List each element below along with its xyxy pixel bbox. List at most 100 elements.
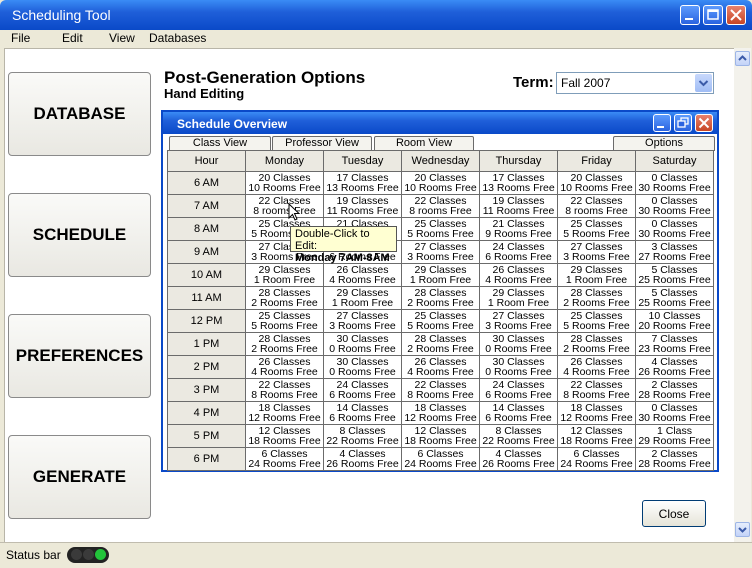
schedule-cell[interactable]: 6 Classes 24 Rooms Free (245, 447, 324, 471)
schedule-cell[interactable]: 2 Classes 28 Rooms Free (635, 378, 714, 402)
schedule-cell[interactable]: 28 Classes 2 Rooms Free (401, 286, 480, 310)
schedule-cell[interactable]: 5 Classes 25 Rooms Free (635, 263, 714, 287)
schedule-cell[interactable]: 0 Classes 30 Rooms Free (635, 217, 714, 241)
schedule-cell[interactable]: 12 Classes 18 Rooms Free (245, 424, 324, 448)
schedule-cell[interactable]: 30 Classes 0 Rooms Free (323, 332, 402, 356)
rooms-free: 1 Room Free (253, 274, 316, 286)
close-button[interactable]: Close (642, 500, 706, 527)
schedule-cell[interactable]: 8 Classes 22 Rooms Free (479, 424, 558, 448)
overview-minimize-button[interactable] (653, 114, 671, 132)
schedule-cell[interactable]: 12 Classes 18 Rooms Free (401, 424, 480, 448)
schedule-cell[interactable]: 20 Classes 10 Rooms Free (401, 171, 480, 195)
schedule-cell[interactable]: 25 Classes 5 Rooms Free (245, 309, 324, 333)
schedule-cell[interactable]: 29 Classes 1 Room Free (479, 286, 558, 310)
schedule-cell[interactable]: 18 Classes 12 Rooms Free (245, 401, 324, 425)
schedule-cell[interactable]: 26 Classes 4 Rooms Free (245, 355, 324, 379)
schedule-cell[interactable]: 3 Classes 27 Rooms Free (635, 240, 714, 264)
schedule-cell[interactable]: 30 Classes 0 Rooms Free (479, 332, 558, 356)
schedule-cell[interactable]: 2 Classes 28 Rooms Free (635, 447, 714, 471)
schedule-cell[interactable]: 18 Classes 12 Rooms Free (557, 401, 636, 425)
schedule-cell[interactable]: 4 Classes 26 Rooms Free (635, 355, 714, 379)
schedule-cell[interactable]: 20 Classes 10 Rooms Free (245, 171, 324, 195)
tab-professor-view[interactable]: Professor View (272, 136, 372, 151)
close-window-button[interactable] (726, 5, 746, 25)
schedule-cell[interactable]: 27 Classes 3 Rooms Free (479, 309, 558, 333)
schedule-cell[interactable]: 14 Classes 6 Rooms Free (479, 401, 558, 425)
schedule-cell[interactable]: 28 Classes 2 Rooms Free (557, 332, 636, 356)
database-button[interactable]: DATABASE (8, 72, 151, 156)
schedule-cell[interactable]: 30 Classes 0 Rooms Free (323, 355, 402, 379)
schedule-cell[interactable]: 29 Classes 1 Room Free (401, 263, 480, 287)
schedule-cell[interactable]: 12 Classes 18 Rooms Free (557, 424, 636, 448)
schedule-cell[interactable]: 22 Classes 8 Rooms Free (245, 378, 324, 402)
schedule-cell[interactable]: 6 Classes 24 Rooms Free (557, 447, 636, 471)
scroll-down-button[interactable] (735, 522, 750, 537)
schedule-cell[interactable]: 26 Classes 4 Rooms Free (323, 263, 402, 287)
scroll-up-button[interactable] (735, 51, 750, 66)
overview-restore-button[interactable] (674, 114, 692, 132)
schedule-cell[interactable]: 20 Classes 10 Rooms Free (557, 171, 636, 195)
options-button[interactable]: Options (613, 136, 715, 151)
schedule-cell[interactable]: 25 Classes 5 Rooms Free (557, 309, 636, 333)
maximize-button[interactable] (703, 5, 723, 25)
schedule-cell[interactable]: 14 Classes 6 Rooms Free (323, 401, 402, 425)
menu-file[interactable]: File (11, 31, 30, 45)
schedule-cell[interactable]: 22 Classes 8 rooms Free (557, 194, 636, 218)
schedule-cell[interactable]: 7 Classes 23 Rooms Free (635, 332, 714, 356)
schedule-cell[interactable]: 18 Classes 12 Rooms Free (401, 401, 480, 425)
schedule-cell[interactable]: 26 Classes 4 Rooms Free (557, 355, 636, 379)
schedule-button[interactable]: SCHEDULE (8, 193, 151, 277)
schedule-cell[interactable]: 10 Classes 20 Rooms Free (635, 309, 714, 333)
schedule-cell[interactable]: 25 Classes 5 Rooms Free (401, 217, 480, 241)
schedule-cell[interactable]: 8 Classes 22 Rooms Free (323, 424, 402, 448)
vertical-scrollbar[interactable] (734, 48, 751, 542)
schedule-cell[interactable]: 28 Classes 2 Rooms Free (401, 332, 480, 356)
generate-button[interactable]: GENERATE (8, 435, 151, 519)
schedule-cell[interactable]: 26 Classes 4 Rooms Free (479, 263, 558, 287)
menu-edit[interactable]: Edit (62, 31, 83, 45)
schedule-cell[interactable]: 22 Classes 8 rooms Free (245, 194, 324, 218)
schedule-cell[interactable]: 5 Classes 25 Rooms Free (635, 286, 714, 310)
schedule-cell[interactable]: 24 Classes6 Rooms Free (323, 378, 402, 402)
term-select[interactable]: Fall 2007 (556, 72, 714, 94)
schedule-cell[interactable]: 29 Classes 1 Room Free (245, 263, 324, 287)
schedule-cell[interactable]: 19 Classes 11 Rooms Free (479, 194, 558, 218)
schedule-cell[interactable]: 24 Classes6 Rooms Free (479, 378, 558, 402)
schedule-cell[interactable]: 22 Classes 8 Rooms Free (557, 378, 636, 402)
schedule-cell[interactable]: 4 Classes 26 Rooms Free (479, 447, 558, 471)
menu-databases[interactable]: Databases (149, 31, 206, 45)
schedule-cell[interactable]: 17 Classes 13 Rooms Free (323, 171, 402, 195)
schedule-cell[interactable]: 6 Classes 24 Rooms Free (401, 447, 480, 471)
schedule-cell[interactable]: 27 Classes 3 Rooms Free (557, 240, 636, 264)
schedule-cell[interactable]: 22 Classes 8 rooms Free (401, 194, 480, 218)
schedule-cell[interactable]: 0 Classes 30 Rooms Free (635, 194, 714, 218)
schedule-cell[interactable]: 28 Classes 2 Rooms Free (557, 286, 636, 310)
tab-class-view[interactable]: Class View (169, 136, 271, 151)
schedule-cell[interactable]: 28 Classes 2 Rooms Free (245, 332, 324, 356)
schedule-cell[interactable]: 26 Classes 4 Rooms Free (401, 355, 480, 379)
schedule-cell[interactable]: 29 Classes 1 Room Free (323, 286, 402, 310)
overview-close-button[interactable] (695, 114, 713, 132)
menu-view[interactable]: View (109, 31, 135, 45)
schedule-cell[interactable]: 4 Classes 26 Rooms Free (323, 447, 402, 471)
schedule-cell[interactable]: 1 Class 29 Rooms Free (635, 424, 714, 448)
preferences-button[interactable]: PREFERENCES (8, 314, 151, 398)
term-dropdown-button[interactable] (695, 74, 712, 92)
schedule-cell[interactable]: 27 Classes 3 Rooms Free (401, 240, 480, 264)
minimize-button[interactable] (680, 5, 700, 25)
schedule-cell[interactable]: 22 Classes 8 Rooms Free (401, 378, 480, 402)
schedule-cell[interactable]: 19 Classes 11 Rooms Free (323, 194, 402, 218)
column-header: Saturday (635, 150, 714, 172)
schedule-cell[interactable]: 24 Classes6 Rooms Free (479, 240, 558, 264)
schedule-cell[interactable]: 21 Classes9 Rooms Free (479, 217, 558, 241)
schedule-cell[interactable]: 17 Classes 13 Rooms Free (479, 171, 558, 195)
schedule-cell[interactable]: 25 Classes 5 Rooms Free (401, 309, 480, 333)
schedule-cell[interactable]: 0 Classes 30 Rooms Free (635, 401, 714, 425)
schedule-cell[interactable]: 27 Classes 3 Rooms Free (323, 309, 402, 333)
schedule-cell[interactable]: 28 Classes 2 Rooms Free (245, 286, 324, 310)
schedule-cell[interactable]: 0 Classes 30 Rooms Free (635, 171, 714, 195)
schedule-cell[interactable]: 30 Classes 0 Rooms Free (479, 355, 558, 379)
tab-room-view[interactable]: Room View (374, 136, 474, 151)
schedule-cell[interactable]: 29 Classes 1 Room Free (557, 263, 636, 287)
schedule-cell[interactable]: 25 Classes 5 Rooms Free (557, 217, 636, 241)
